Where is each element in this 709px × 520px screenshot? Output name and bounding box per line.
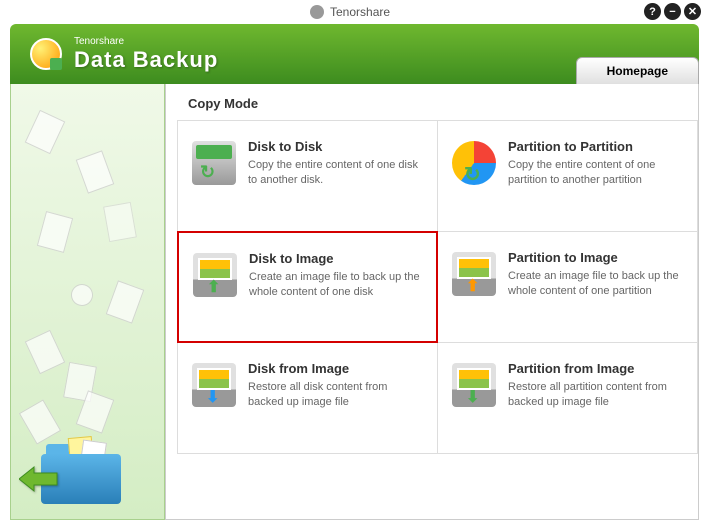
- homepage-tab[interactable]: Homepage: [576, 57, 699, 84]
- card-partition-to-partition[interactable]: Partition to Partition Copy the entire c…: [437, 120, 698, 232]
- titlebar: Tenorshare ? − ✕: [0, 0, 709, 24]
- decorative-paper-icon: [103, 202, 137, 242]
- app-title-block: Tenorshare Data Backup: [74, 36, 218, 73]
- disk-to-image-icon: [191, 251, 239, 299]
- window-controls: ? − ✕: [644, 3, 701, 20]
- minimize-button[interactable]: −: [664, 3, 681, 20]
- card-partition-to-image[interactable]: Partition to Image Create an image file …: [437, 231, 698, 343]
- back-arrow-icon: [19, 464, 59, 494]
- decorative-paper-icon: [25, 330, 66, 374]
- disk-to-disk-icon: [190, 139, 238, 187]
- sidebar: [10, 84, 165, 520]
- card-desc: Restore all disk content from backed up …: [248, 380, 425, 411]
- section-title: Copy Mode: [188, 96, 698, 111]
- main-panel: Copy Mode Disk to Disk Copy the entire c…: [165, 84, 699, 520]
- back-button[interactable]: [19, 464, 59, 494]
- decorative-paper-icon: [106, 280, 145, 323]
- brand-logo-icon: [310, 5, 324, 19]
- disk-from-image-icon: [190, 361, 238, 409]
- card-desc: Create an image file to back up the whol…: [249, 270, 424, 301]
- decorative-gear-icon: [69, 282, 96, 309]
- decorative-paper-icon: [37, 211, 73, 253]
- partition-from-image-icon: [450, 361, 498, 409]
- help-button[interactable]: ?: [644, 3, 661, 20]
- card-desc: Copy the entire content of one partition…: [508, 158, 685, 189]
- card-title: Partition to Partition: [508, 139, 685, 154]
- partition-to-partition-icon: [450, 139, 498, 187]
- card-disk-from-image[interactable]: Disk from Image Restore all disk content…: [177, 342, 438, 454]
- card-title: Disk from Image: [248, 361, 425, 376]
- titlebar-brand: Tenorshare: [330, 5, 390, 19]
- app-logo-icon: [30, 38, 62, 70]
- app-header: Tenorshare Data Backup Homepage: [10, 24, 699, 84]
- partition-to-image-icon: [450, 250, 498, 298]
- card-title: Partition to Image: [508, 250, 685, 265]
- card-title: Disk to Image: [249, 251, 424, 266]
- decorative-paper-icon: [19, 399, 61, 444]
- card-title: Partition from Image: [508, 361, 685, 376]
- decorative-paper-icon: [76, 150, 115, 193]
- card-desc: Restore all partition content from backe…: [508, 380, 685, 411]
- mode-grid: Disk to Disk Copy the entire content of …: [178, 121, 698, 454]
- card-desc: Create an image file to back up the whol…: [508, 269, 685, 300]
- card-disk-to-image[interactable]: Disk to Image Create an image file to ba…: [177, 231, 438, 343]
- header-title: Data Backup: [74, 47, 218, 72]
- decorative-paper-icon: [25, 110, 66, 154]
- card-title: Disk to Disk: [248, 139, 425, 154]
- card-partition-from-image[interactable]: Partition from Image Restore all partiti…: [437, 342, 698, 454]
- card-disk-to-disk[interactable]: Disk to Disk Copy the entire content of …: [177, 120, 438, 232]
- close-button[interactable]: ✕: [684, 3, 701, 20]
- card-desc: Copy the entire content of one disk to a…: [248, 158, 425, 189]
- header-brand: Tenorshare: [74, 36, 218, 47]
